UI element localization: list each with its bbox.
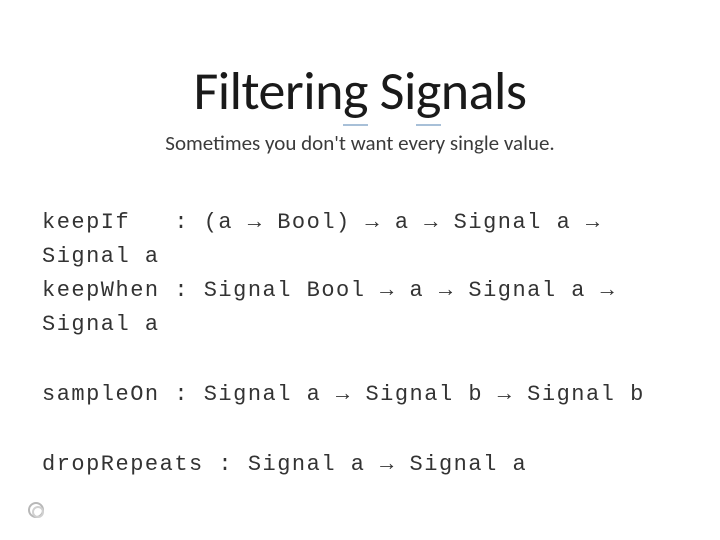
title-underline-g1: g [343,58,368,126]
code-line: keepWhen : Signal Bool → a → Signal a → [42,274,680,308]
code-block-droprepeats: dropRepeats : Signal a → Signal a [42,448,680,482]
title-fragment: Si [368,58,416,124]
title-fragment: nals [441,58,527,124]
code-block-keep: keepIf : (a → Bool) → a → Signal a → Sig… [42,206,680,342]
title-fragment: Filterin [193,58,343,124]
code-line: keepIf : (a → Bool) → a → Signal a → [42,206,680,240]
code-line: Signal a [42,240,680,274]
code-line: dropRepeats : Signal a → Signal a [42,448,680,482]
slide-subtitle: Sometimes you don't want every single va… [40,130,680,156]
slide-template-icon [28,502,44,518]
title-underline-g2: g [416,58,441,126]
slide-title: Filtering Signals [40,58,680,124]
code-line: sampleOn : Signal a → Signal b → Signal … [42,378,680,412]
code-line: Signal a [42,308,680,342]
code-block-sampleon: sampleOn : Signal a → Signal b → Signal … [42,378,680,412]
